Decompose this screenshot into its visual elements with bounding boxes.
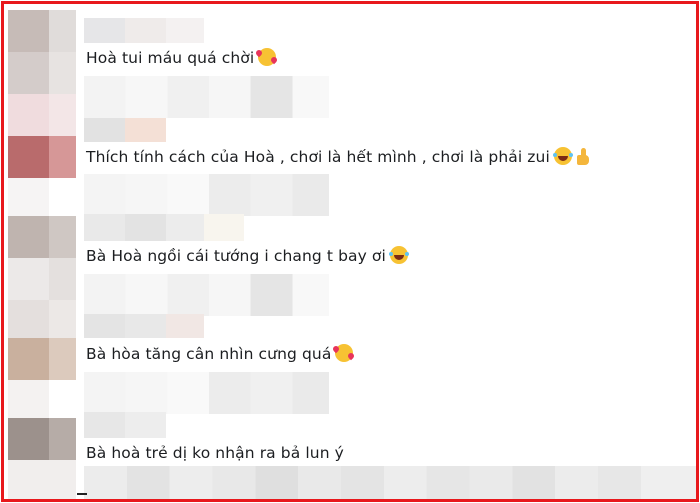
text-cursor <box>77 493 87 495</box>
comment-text: Thích tính cách của Hoà , chơi là hết mì… <box>86 147 590 166</box>
avatar <box>8 136 49 178</box>
smiling-face-with-hearts-icon <box>335 344 354 362</box>
blurred-reply-bar <box>84 274 329 316</box>
comment-text: Bà Hoà ngồi cái tướng i chang t bay ơi <box>86 246 408 265</box>
avatar <box>49 418 76 460</box>
avatar <box>49 216 76 258</box>
avatar <box>49 300 76 338</box>
avatar <box>8 380 49 418</box>
avatar <box>8 10 49 52</box>
avatar <box>49 258 76 300</box>
blurred-username <box>84 214 125 241</box>
blurred-username <box>125 214 166 241</box>
blurred-username <box>125 314 166 338</box>
avatar <box>8 418 49 460</box>
blurred-username <box>166 214 204 241</box>
comment-text: Bà hòa tăng cân nhìn cưng quá <box>86 344 354 363</box>
face-with-tears-of-joy-icon <box>552 147 572 165</box>
blurred-reply-bar <box>84 466 696 499</box>
avatar <box>8 178 49 216</box>
avatar <box>8 300 49 338</box>
blurred-reply-bar <box>84 174 329 216</box>
blurred-username <box>204 214 244 241</box>
screenshot-frame: Hoà tui máu quá chời Thích tính cách của… <box>1 1 699 502</box>
blurred-reply-bar <box>84 372 329 414</box>
avatar <box>49 338 76 380</box>
avatar <box>8 338 49 380</box>
comment-text: Hoà tui máu quá chời <box>86 48 277 67</box>
blurred-username <box>84 18 125 43</box>
smiling-face-with-hearts-icon <box>258 48 277 66</box>
avatar <box>8 94 49 136</box>
blurred-username <box>84 314 125 338</box>
avatar <box>8 52 49 94</box>
avatar <box>8 258 49 300</box>
blurred-reply-bar <box>84 76 329 118</box>
avatar <box>49 52 76 94</box>
blurred-username <box>166 18 204 43</box>
avatar <box>8 460 76 499</box>
blurred-username <box>125 412 166 438</box>
avatar <box>49 94 76 136</box>
comment-text: Bà hoà trẻ dị ko nhận ra bả lun ý <box>86 444 344 462</box>
avatar <box>8 216 49 258</box>
blurred-username <box>166 314 204 338</box>
blurred-username <box>84 118 125 142</box>
thumbs-up-icon <box>576 148 590 165</box>
face-with-tears-of-joy-icon <box>388 246 408 264</box>
blurred-username <box>84 412 125 438</box>
blurred-username <box>125 118 166 142</box>
avatar <box>49 10 76 52</box>
avatar <box>49 136 76 178</box>
blurred-username <box>125 18 166 43</box>
